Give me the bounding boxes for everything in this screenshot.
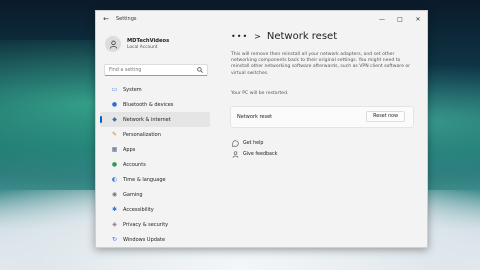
account-type: Local Account <box>127 45 158 50</box>
bluetooth-icon: ● <box>111 101 118 108</box>
breadcrumb-overflow[interactable]: ••• <box>231 32 248 41</box>
back-arrow-icon[interactable]: ← <box>100 15 112 23</box>
update-icon: ↻ <box>111 236 118 243</box>
window-title: Settings <box>116 16 137 22</box>
sidebar-item-label: Time & language <box>123 176 166 183</box>
sidebar-item-label: Bluetooth & devices <box>123 101 174 108</box>
sidebar-item-system[interactable]: ▭ System <box>100 82 210 97</box>
sidebar-item-gaming[interactable]: ◉ Gaming <box>100 187 210 202</box>
sidebar-item-label: Accessibility <box>123 206 154 213</box>
sidebar-item-label: Personalization <box>123 131 161 138</box>
reset-description: This will remove then reinstall all your… <box>231 52 411 76</box>
apps-icon: ▦ <box>111 146 118 153</box>
person-icon <box>109 40 117 49</box>
shield-icon: ◈ <box>112 221 117 228</box>
settings-window: ← Settings — □ ✕ MDTechVideos Local Acco… <box>95 10 428 248</box>
help-icon <box>231 139 240 148</box>
user-name: MDTechVideos <box>127 38 170 44</box>
sidebar-item-apps[interactable]: ▦ Apps <box>100 142 210 157</box>
brush-icon: ✎ <box>111 131 118 138</box>
feedback-icon <box>231 150 240 159</box>
window-controls: — □ ✕ <box>373 16 427 23</box>
minimize-icon[interactable]: — <box>373 16 391 23</box>
network-icon: ◆ <box>112 116 117 123</box>
sidebar-item-label: Network & internet <box>123 116 171 123</box>
search-input[interactable]: Find a setting <box>104 64 208 76</box>
sidebar-item-label: Windows Update <box>123 236 166 243</box>
globe-icon: ◐ <box>111 176 118 183</box>
network-reset-label: Network reset <box>237 113 273 120</box>
main-content: ••• > Network reset This will remove the… <box>217 27 427 247</box>
give-feedback-label: Give feedback <box>243 151 278 157</box>
sidebar-item-time-language[interactable]: ◐ Time & language <box>100 172 210 187</box>
sidebar-item-network-internet[interactable]: ◆ Network & internet <box>100 112 210 127</box>
avatar <box>105 36 121 52</box>
search-icon <box>197 67 203 73</box>
sidebar-item-label: Accounts <box>123 161 146 168</box>
sidebar-item-label: Gaming <box>123 191 143 198</box>
reset-now-button[interactable]: Reset now <box>366 111 405 123</box>
get-help-label: Get help <box>243 140 264 146</box>
page-title: Network reset <box>266 31 338 42</box>
breadcrumb: ••• > Network reset <box>217 27 427 42</box>
sidebar-item-label: System <box>123 86 142 93</box>
sidebar-item-bluetooth-devices[interactable]: ● Bluetooth & devices <box>100 97 210 112</box>
sidebar-item-windows-update[interactable]: ↻ Windows Update <box>100 232 210 247</box>
sidebar-item-accessibility[interactable]: ✱ Accessibility <box>100 202 210 217</box>
gamepad-icon: ◉ <box>111 191 118 198</box>
search-placeholder: Find a setting <box>109 67 142 73</box>
chevron-right-icon: > <box>254 32 261 41</box>
sidebar-item-personalization[interactable]: ✎ Personalization <box>100 127 210 142</box>
network-reset-card: Network reset Reset now <box>230 105 414 128</box>
sidebar: MDTechVideos Local Account Find a settin… <box>96 27 216 247</box>
get-help-link[interactable]: Get help <box>231 138 427 149</box>
sidebar-item-label: Privacy & security <box>123 221 169 228</box>
person-icon: ● <box>111 161 118 168</box>
help-links: Get help Give feedback <box>231 138 427 160</box>
monitor-icon: ▭ <box>111 86 118 93</box>
accessibility-icon: ✱ <box>111 206 118 213</box>
maximize-icon[interactable]: □ <box>391 16 409 23</box>
give-feedback-link[interactable]: Give feedback <box>231 149 427 160</box>
restart-note: Your PC will be restarted. <box>231 90 289 96</box>
user-profile[interactable]: MDTechVideos Local Account <box>96 27 216 56</box>
sidebar-item-privacy-security[interactable]: ◈ Privacy & security <box>100 217 210 232</box>
sidebar-item-accounts[interactable]: ● Accounts <box>100 157 210 172</box>
title-bar: ← Settings — □ ✕ <box>96 11 427 27</box>
sidebar-item-label: Apps <box>123 146 136 153</box>
close-icon[interactable]: ✕ <box>409 16 427 23</box>
sidebar-nav: ▭ System ● Bluetooth & devices ◆ Network & in… <box>96 82 216 247</box>
